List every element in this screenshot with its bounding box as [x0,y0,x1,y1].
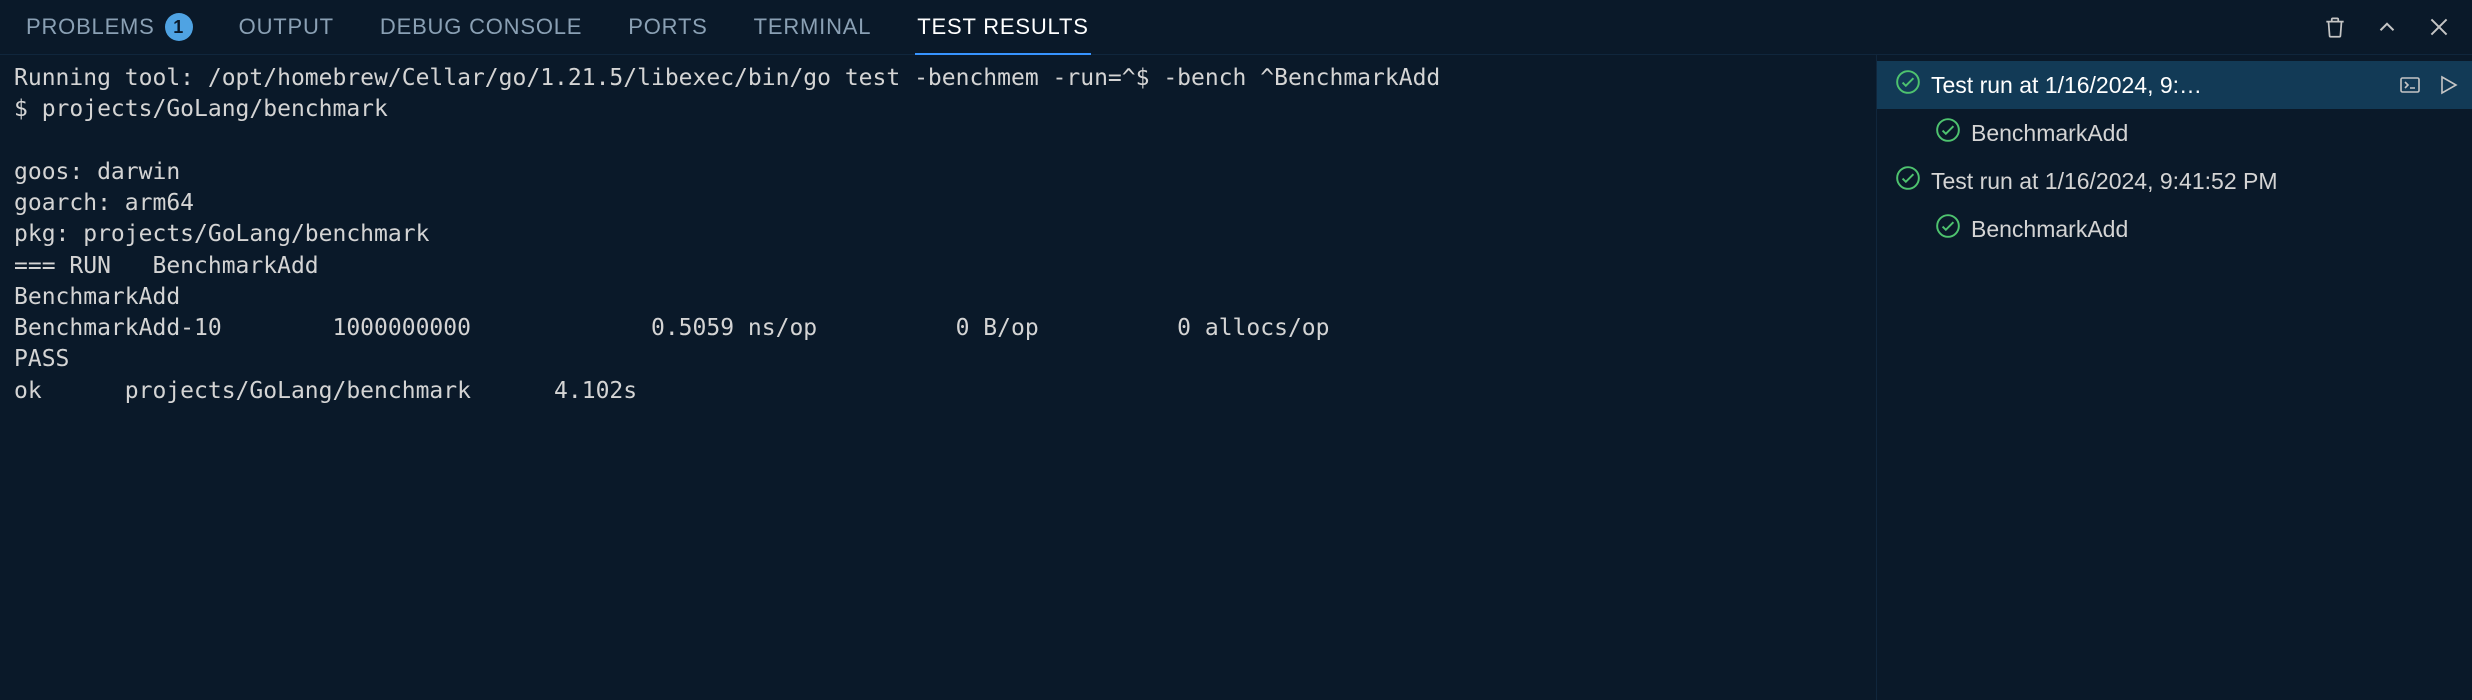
problems-badge: 1 [165,13,193,41]
test-row-actions [2398,73,2460,97]
test-item-row[interactable]: BenchmarkAdd [1877,205,2472,253]
tab-label: OUTPUT [239,14,334,40]
pass-icon [1935,213,1961,245]
tab-output[interactable]: OUTPUT [237,0,336,54]
trash-icon[interactable] [2322,14,2348,40]
tab-debug-console[interactable]: DEBUG CONSOLE [378,0,584,54]
panel-actions [2322,14,2452,40]
tab-test-results[interactable]: TEST RESULTS [915,0,1090,54]
test-tree: Test run at 1/16/2024, 9:… BenchmarkAdd … [1876,55,2472,700]
test-run-label: Test run at 1/16/2024, 9:… [1931,72,2388,99]
test-run-row[interactable]: Test run at 1/16/2024, 9:… [1877,61,2472,109]
tab-ports[interactable]: PORTS [626,0,709,54]
test-output[interactable]: Running tool: /opt/homebrew/Cellar/go/1.… [0,55,1876,700]
test-item-row[interactable]: BenchmarkAdd [1877,109,2472,157]
tab-label: PORTS [628,14,707,40]
tab-problems[interactable]: PROBLEMS 1 [24,0,195,55]
pass-icon [1935,117,1961,149]
tab-label: TEST RESULTS [917,14,1088,40]
go-to-test-icon[interactable] [2398,73,2422,97]
pass-icon [1895,69,1921,101]
panel-body: Running tool: /opt/homebrew/Cellar/go/1.… [0,55,2472,700]
test-item-label: BenchmarkAdd [1971,216,2460,243]
pass-icon [1895,165,1921,197]
tab-label: PROBLEMS [26,14,155,40]
tab-terminal[interactable]: TERMINAL [752,0,874,54]
test-run-row[interactable]: Test run at 1/16/2024, 9:41:52 PM [1877,157,2472,205]
close-icon[interactable] [2426,14,2452,40]
tab-label: TERMINAL [754,14,872,40]
test-item-label: BenchmarkAdd [1971,120,2460,147]
test-run-label: Test run at 1/16/2024, 9:41:52 PM [1931,168,2460,195]
chevron-up-icon[interactable] [2374,14,2400,40]
run-icon[interactable] [2436,73,2460,97]
tab-label: DEBUG CONSOLE [380,14,582,40]
panel-tabbar: PROBLEMS 1 OUTPUT DEBUG CONSOLE PORTS TE… [0,0,2472,55]
